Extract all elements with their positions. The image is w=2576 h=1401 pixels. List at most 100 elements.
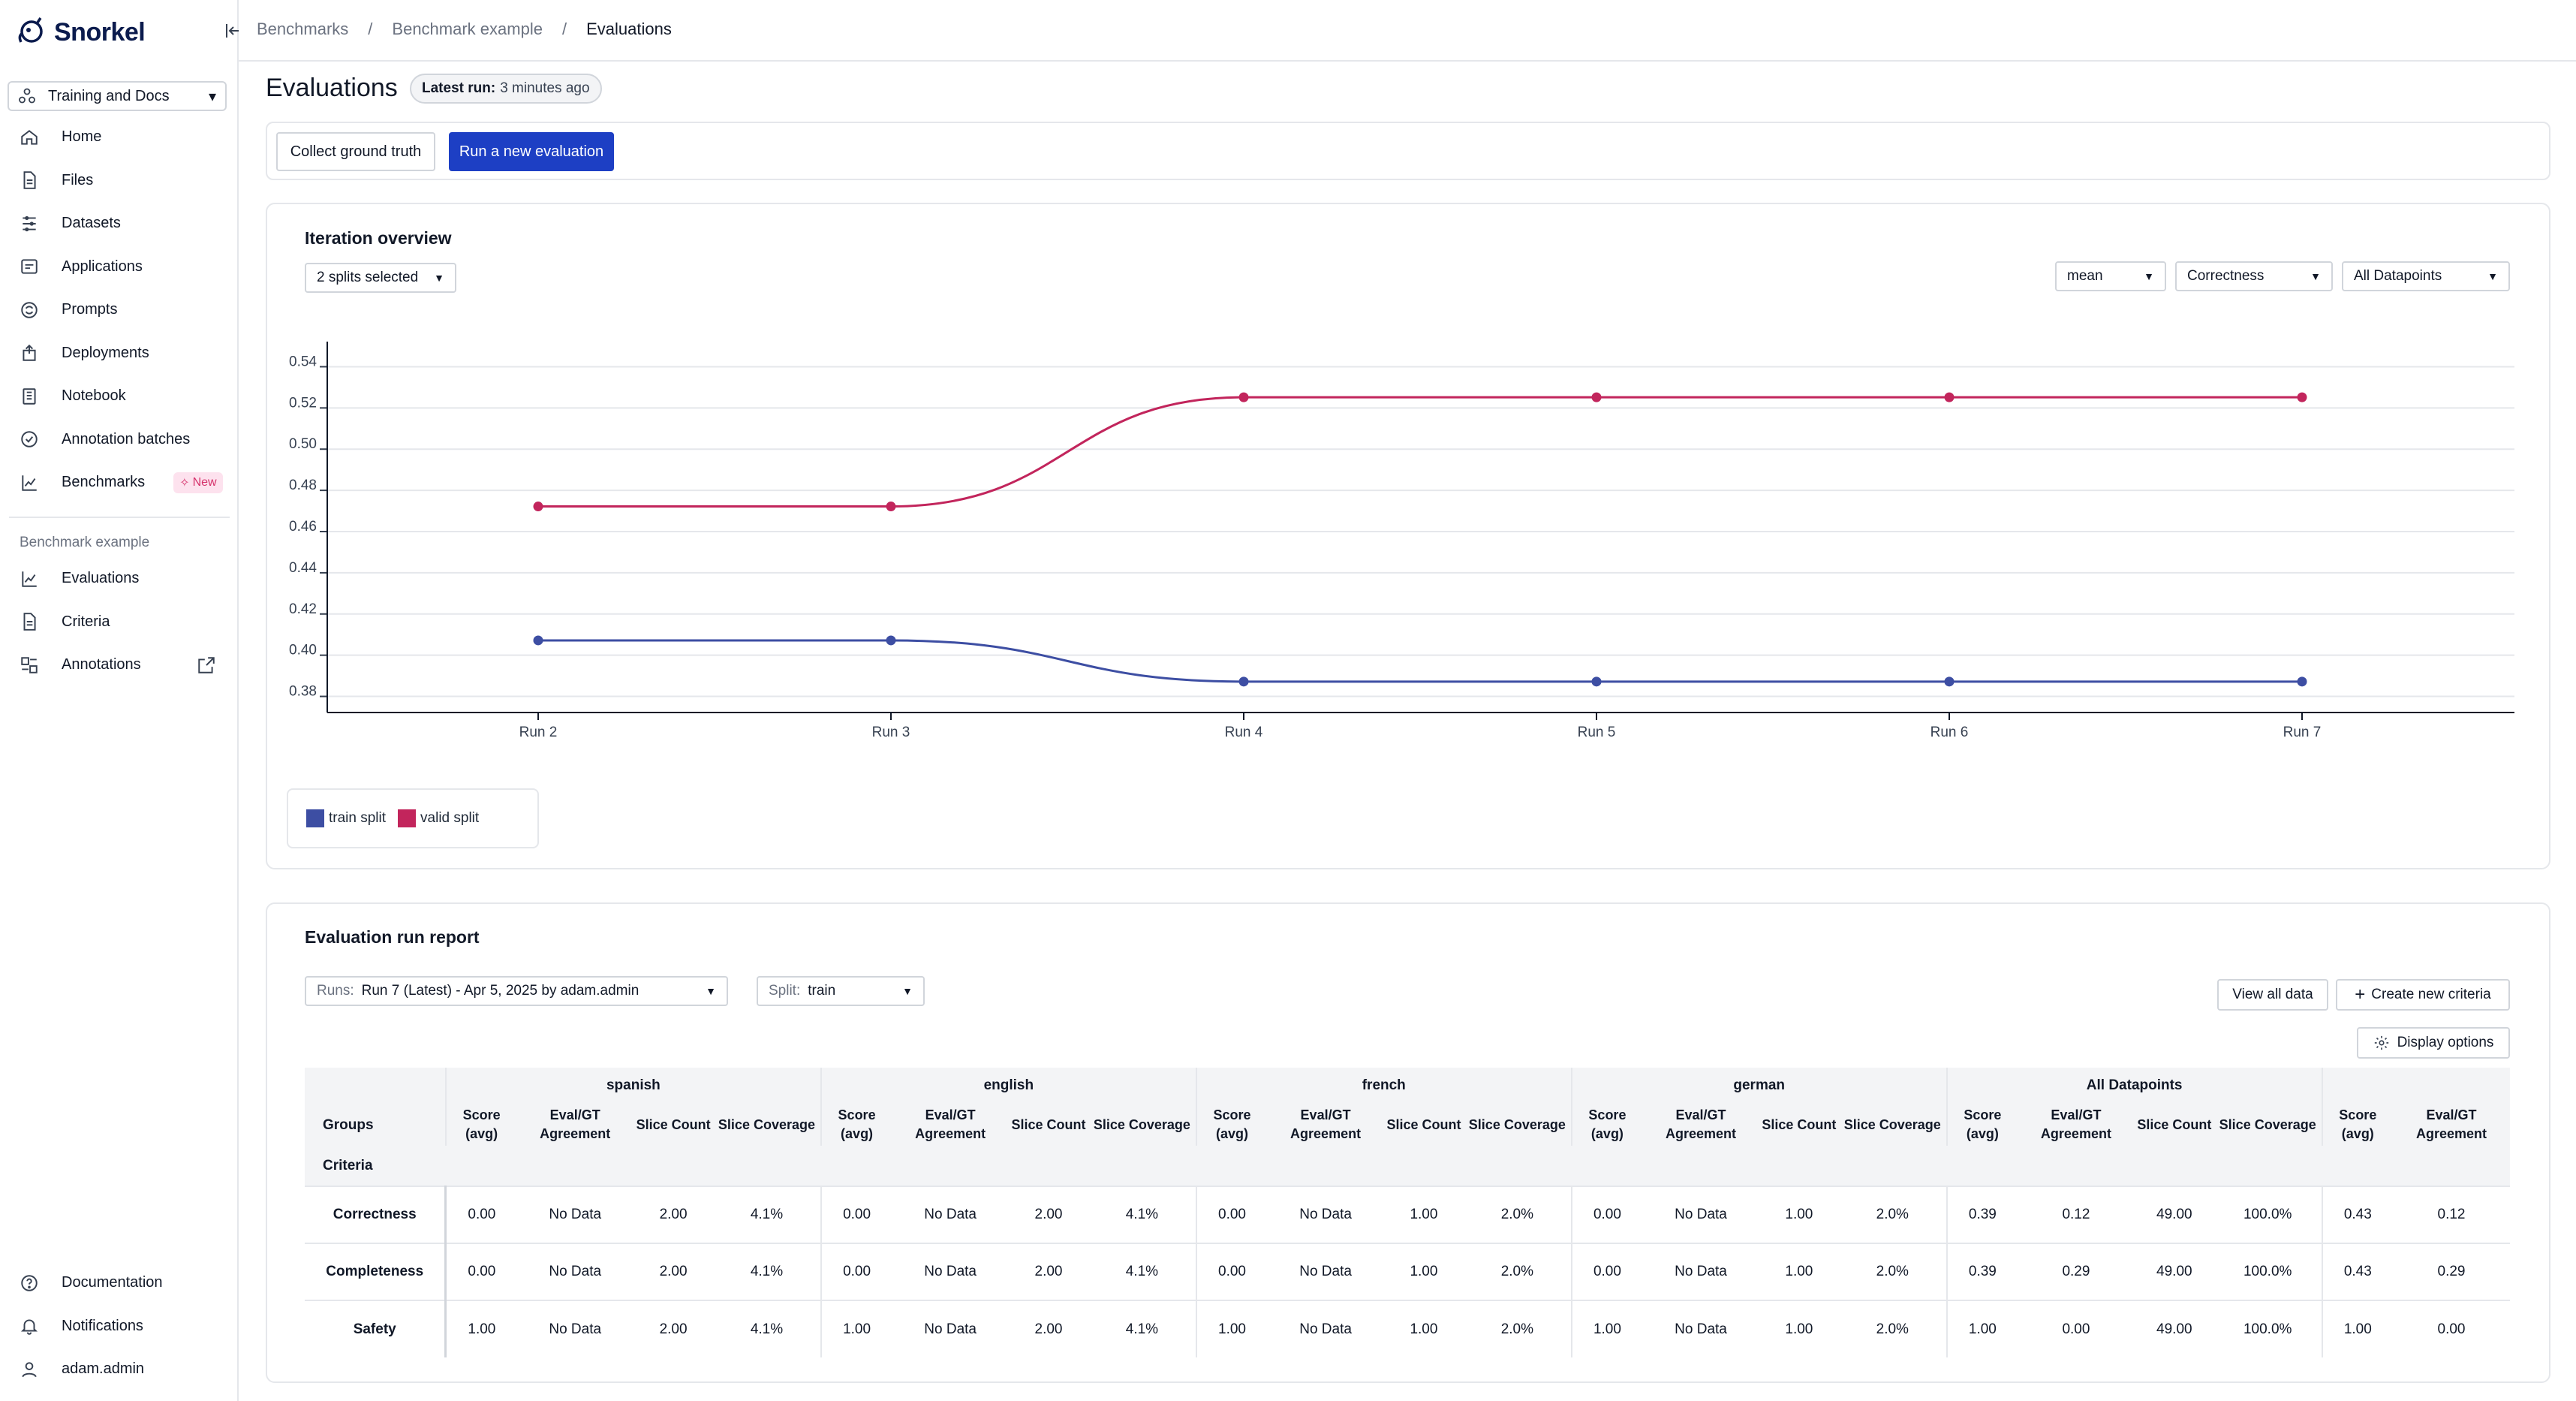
aggregation-dropdown[interactable]: mean ▼ <box>2055 261 2166 291</box>
sidebar-item-user[interactable]: adam.admin <box>0 1348 239 1391</box>
logo[interactable]: Snorkel <box>15 14 146 51</box>
table-cell: 100.0% <box>2213 1300 2322 1357</box>
groups-label: Groups <box>305 1104 446 1146</box>
table-cell: 0.12 <box>2018 1186 2135 1243</box>
display-options-button[interactable]: Display options <box>2357 1027 2510 1059</box>
table-cell: 4.1% <box>1088 1243 1196 1300</box>
home-icon <box>21 129 38 145</box>
table-cell: 1.00 <box>1570 1300 1643 1357</box>
sidebar-item-label: Notebook <box>62 387 126 405</box>
prompts-icon <box>21 302 38 318</box>
table-cell: 49.00 <box>2134 1300 2214 1357</box>
slice-dropdown[interactable]: All Datapoints ▼ <box>2342 261 2510 291</box>
sidebar-item-label: Deployments <box>62 344 149 361</box>
gear-icon <box>2374 1035 2388 1050</box>
subcolumn-header[interactable]: Eval/GT Agreement <box>892 1104 1009 1146</box>
sidebar-item-applications[interactable]: Applications <box>0 246 239 289</box>
legend-item-valid[interactable]: valid split <box>398 809 479 827</box>
run-evaluation-button[interactable]: Run a new evaluation <box>449 132 614 171</box>
subcolumn-header[interactable]: Slice Coverage <box>1088 1104 1196 1146</box>
breadcrumb-current: Evaluations <box>586 20 672 38</box>
deployments-icon <box>23 345 36 361</box>
subcolumn-header[interactable]: Score (avg) <box>820 1104 892 1146</box>
legend-swatch <box>398 809 417 827</box>
table-cell: 1.00 <box>820 1300 892 1357</box>
subcolumn-header[interactable]: Slice Count <box>633 1104 714 1146</box>
sidebar-item-files[interactable]: Files <box>0 159 239 203</box>
sidebar-item-label: Benchmarks <box>62 474 146 491</box>
sidebar-item-deployments[interactable]: Deployments <box>0 332 239 375</box>
sidebar-item-evaluations[interactable]: Evaluations <box>0 557 239 601</box>
subcolumn-header[interactable]: Slice Count <box>2134 1104 2214 1146</box>
metric-dropdown[interactable]: Correctness ▼ <box>2175 261 2333 291</box>
table-cell: 100.0% <box>2213 1186 2322 1243</box>
sidebar-item-notifications[interactable]: Notifications <box>0 1305 239 1348</box>
chevron-down-icon: ▼ <box>902 985 913 997</box>
view-all-data-button[interactable]: View all data <box>2217 979 2328 1011</box>
workspace-select[interactable]: Training and Docs ▾ <box>8 81 227 111</box>
sidebar-item-datasets[interactable]: Datasets <box>0 202 239 246</box>
applications-icon <box>21 259 38 274</box>
main-nav: Home Files Datasets Applications Prompts… <box>0 116 239 505</box>
group-header-french: french <box>1195 1068 1572 1104</box>
subcolumn-header[interactable]: Slice Count <box>1383 1104 1464 1146</box>
group-header-english: english <box>820 1068 1196 1104</box>
breadcrumb: Benchmarks / Benchmark example / Evaluat… <box>257 20 672 39</box>
subcolumn-header[interactable]: Slice Coverage <box>1463 1104 1572 1146</box>
sidebar-item-benchmarks[interactable]: Benchmarks ✧ New <box>0 461 239 505</box>
subcolumn-header[interactable]: Eval/GT Agreement <box>1642 1104 1759 1146</box>
subcolumn-header[interactable]: Slice Coverage <box>1838 1104 1947 1146</box>
runs-dropdown[interactable]: Runs: Run 7 (Latest) - Apr 5, 2025 by ad… <box>305 976 728 1006</box>
sidebar-item-label: Notifications <box>62 1317 143 1334</box>
table-cell: 0.00 <box>2393 1300 2510 1357</box>
sparkle-icon: ✧ <box>179 476 190 490</box>
subcolumn-header[interactable]: Slice Count <box>1009 1104 1089 1146</box>
table-cell: 1.00 <box>1759 1243 1839 1300</box>
sidebar-item-prompts[interactable]: Prompts <box>0 288 239 332</box>
subcolumn-header[interactable]: Score (avg) <box>1195 1104 1268 1146</box>
subcolumn-header[interactable]: Slice Count <box>1759 1104 1839 1146</box>
plus-icon: + <box>2355 984 2366 1005</box>
subcolumn-header[interactable]: Eval/GT Agreement <box>2018 1104 2135 1146</box>
splits-dropdown[interactable]: 2 splits selected ▼ <box>305 263 456 293</box>
create-criteria-button[interactable]: + Create new criteria <box>2336 979 2510 1011</box>
table-cell: 0.00 <box>2018 1300 2135 1357</box>
table-cell: 0.12 <box>2393 1186 2510 1243</box>
subcolumn-header[interactable]: Eval/GT Agreement <box>1267 1104 1384 1146</box>
subcolumn-header[interactable]: Score (avg) <box>444 1104 517 1146</box>
sidebar-item-home[interactable]: Home <box>0 116 239 159</box>
subcolumn-header[interactable]: Score (avg) <box>1570 1104 1643 1146</box>
table-cell: 49.00 <box>2134 1243 2214 1300</box>
top-bar: Benchmarks / Benchmark example / Evaluat… <box>239 0 2576 62</box>
workspace-icon <box>19 88 35 104</box>
subcolumn-header[interactable]: Slice Coverage <box>713 1104 821 1146</box>
table-cell: 1.00 <box>444 1300 517 1357</box>
table-cell: 1.00 <box>1383 1186 1464 1243</box>
subcolumn-header[interactable]: Score (avg) <box>1946 1104 2018 1146</box>
table-cell: 2.0% <box>1463 1300 1572 1357</box>
row-header: Completeness <box>305 1243 447 1300</box>
legend-swatch <box>306 809 324 827</box>
subcolumn-header[interactable]: Score (avg) <box>2321 1104 2394 1146</box>
sidebar-item-notebook[interactable]: Notebook <box>0 375 239 418</box>
breadcrumb-benchmarks[interactable]: Benchmarks <box>257 20 348 39</box>
breadcrumb-benchmark-example[interactable]: Benchmark example <box>392 20 543 39</box>
sidebar-item-annotations[interactable]: Annotations <box>0 643 239 687</box>
split-dropdown[interactable]: Split: train ▼ <box>757 976 925 1006</box>
page-title: Evaluations <box>266 74 398 102</box>
subcolumn-header[interactable]: Slice Coverage <box>2213 1104 2322 1146</box>
sidebar-item-annotation-batches[interactable]: Annotation batches <box>0 418 239 462</box>
sidebar-item-criteria[interactable]: Criteria <box>0 601 239 644</box>
collect-ground-truth-button[interactable]: Collect ground truth <box>276 132 435 171</box>
legend-item-train[interactable]: train split <box>306 809 386 827</box>
report-table-container[interactable]: spanish english french german All Datapo… <box>305 1068 2510 1360</box>
table-cell: 49.00 <box>2134 1186 2214 1243</box>
sidebar-item-documentation[interactable]: Documentation <box>0 1261 239 1305</box>
group-header-all-datapoints: All Datapoints <box>1946 1068 2322 1104</box>
table-cell: 100.0% <box>2213 1243 2322 1300</box>
subcolumn-header[interactable]: Eval/GT Agreement <box>2393 1104 2510 1146</box>
table-row: Safety 1.00 No Data 2.00 4.1% 1.00 No Data 2.00… <box>305 1300 2510 1357</box>
table-cell: 2.00 <box>633 1243 714 1300</box>
table-cell: 1.00 <box>1946 1300 2018 1357</box>
subcolumn-header[interactable]: Eval/GT Agreement <box>516 1104 634 1146</box>
